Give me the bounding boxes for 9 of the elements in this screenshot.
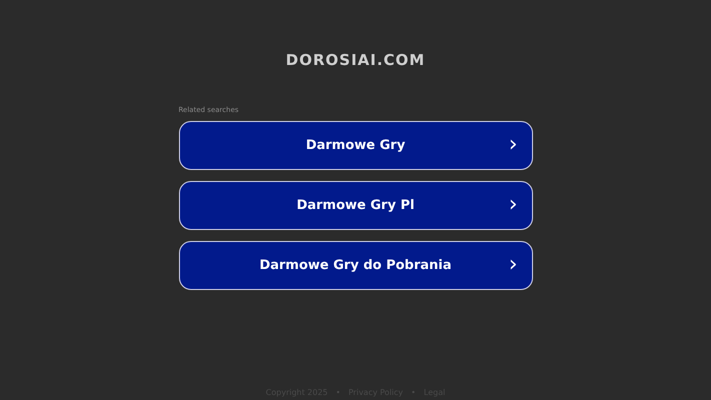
chevron-icon: › [508,253,518,276]
search-link[interactable]: Darmowe Gry › [178,121,532,170]
search-link[interactable]: Darmowe Gry Pl › [178,181,532,230]
separator-dot: • [411,387,416,399]
separator-dot: • [336,387,340,399]
site-title: DOROSIAI.COM [286,50,426,71]
chevron-icon: › [508,133,518,156]
chevron-icon: › [508,193,518,216]
search-link[interactable]: Darmowe Gry do Pobrania › [178,241,532,290]
